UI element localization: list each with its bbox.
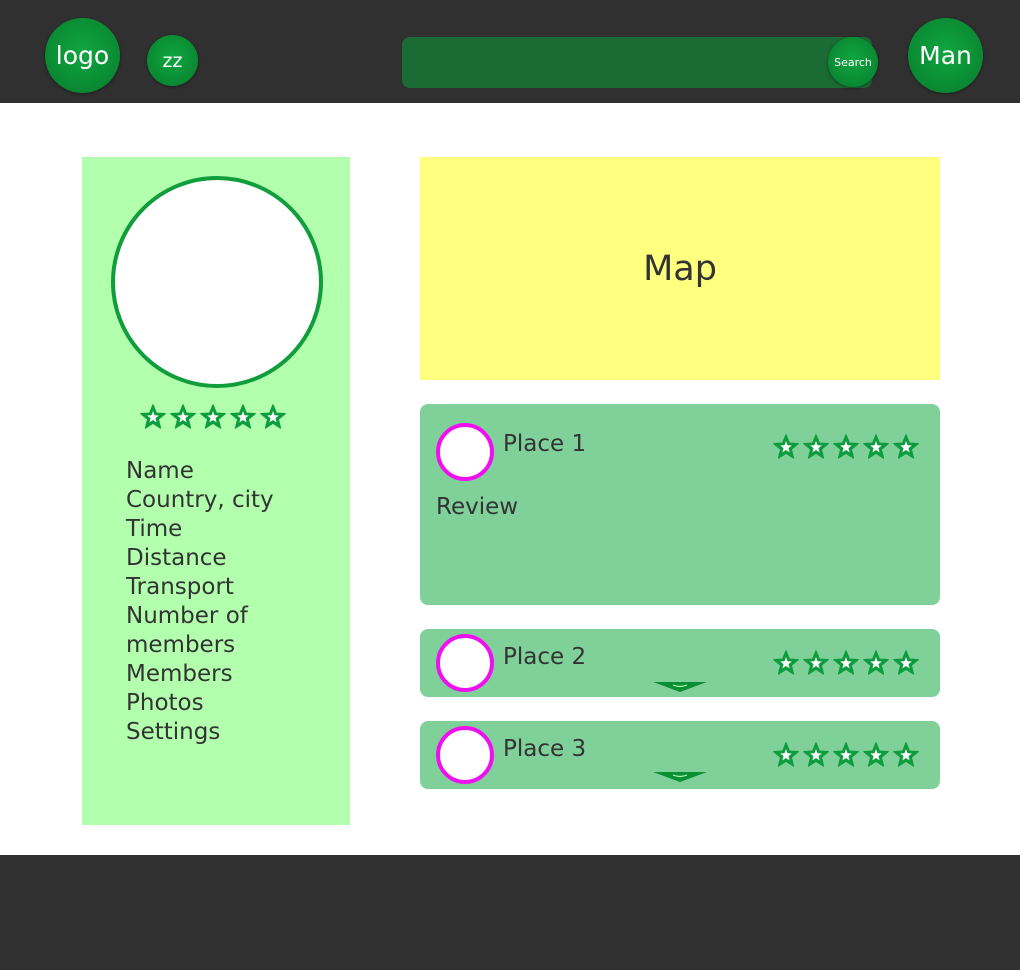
place-rating	[772, 433, 920, 461]
profile-item-settings[interactable]: Settings	[126, 718, 326, 747]
place-title: Place 3	[503, 736, 587, 762]
star-icon[interactable]	[862, 649, 890, 677]
place-rating	[772, 741, 920, 769]
profile-item-transport[interactable]: Transport	[126, 573, 326, 602]
profile-item-members[interactable]: Members	[126, 660, 326, 689]
map-label: Map	[643, 248, 717, 289]
place-avatar[interactable]	[436, 423, 494, 481]
profile-item-photos[interactable]: Photos	[126, 689, 326, 718]
star-icon[interactable]	[892, 741, 920, 769]
star-icon[interactable]	[832, 649, 860, 677]
star-icon[interactable]	[802, 649, 830, 677]
search-bar	[402, 37, 872, 88]
place-avatar[interactable]	[436, 634, 494, 692]
map-panel[interactable]: Map	[420, 157, 940, 380]
profile-item-time[interactable]: Time	[126, 515, 326, 544]
place-title: Place 2	[503, 644, 587, 670]
user-menu-button[interactable]: Man	[908, 18, 983, 93]
star-icon[interactable]	[772, 741, 800, 769]
place-card[interactable]: Place 3	[420, 721, 940, 789]
zz-button[interactable]: zz	[147, 35, 198, 86]
profile-avatar[interactable]	[111, 176, 323, 388]
star-icon[interactable]	[802, 741, 830, 769]
star-icon[interactable]	[892, 433, 920, 461]
place-avatar[interactable]	[436, 726, 494, 784]
profile-menu: Name Country, city Time Distance Transpo…	[126, 457, 326, 747]
star-icon[interactable]	[832, 741, 860, 769]
logo-button[interactable]: logo	[45, 18, 120, 93]
star-icon[interactable]	[139, 403, 167, 431]
search-button[interactable]: Search	[828, 37, 878, 87]
star-icon[interactable]	[802, 433, 830, 461]
profile-item-name[interactable]: Name	[126, 457, 326, 486]
star-icon[interactable]	[169, 403, 197, 431]
star-icon[interactable]	[772, 649, 800, 677]
profile-item-country-city[interactable]: Country, city	[126, 486, 326, 515]
star-icon[interactable]	[862, 741, 890, 769]
place-rating	[772, 649, 920, 677]
star-icon[interactable]	[259, 403, 287, 431]
star-icon[interactable]	[199, 403, 227, 431]
chevron-down-icon[interactable]	[653, 772, 707, 782]
place-card[interactable]: Place 2	[420, 629, 940, 697]
profile-rating	[139, 403, 287, 431]
footer	[0, 855, 1020, 970]
star-icon[interactable]	[832, 433, 860, 461]
place-card[interactable]: Place 1 Review	[420, 404, 940, 605]
chevron-down-icon[interactable]	[653, 682, 707, 692]
profile-item-distance[interactable]: Distance	[126, 544, 326, 573]
star-icon[interactable]	[862, 433, 890, 461]
star-icon[interactable]	[772, 433, 800, 461]
star-icon[interactable]	[892, 649, 920, 677]
profile-sidebar: Name Country, city Time Distance Transpo…	[82, 157, 350, 825]
profile-item-number-of-members[interactable]: Number of members	[126, 602, 326, 660]
star-icon[interactable]	[229, 403, 257, 431]
place-title: Place 1	[503, 431, 587, 457]
search-input[interactable]	[414, 45, 818, 82]
place-review: Review	[436, 494, 519, 520]
top-bar: logo zz Search Man	[0, 0, 1020, 103]
